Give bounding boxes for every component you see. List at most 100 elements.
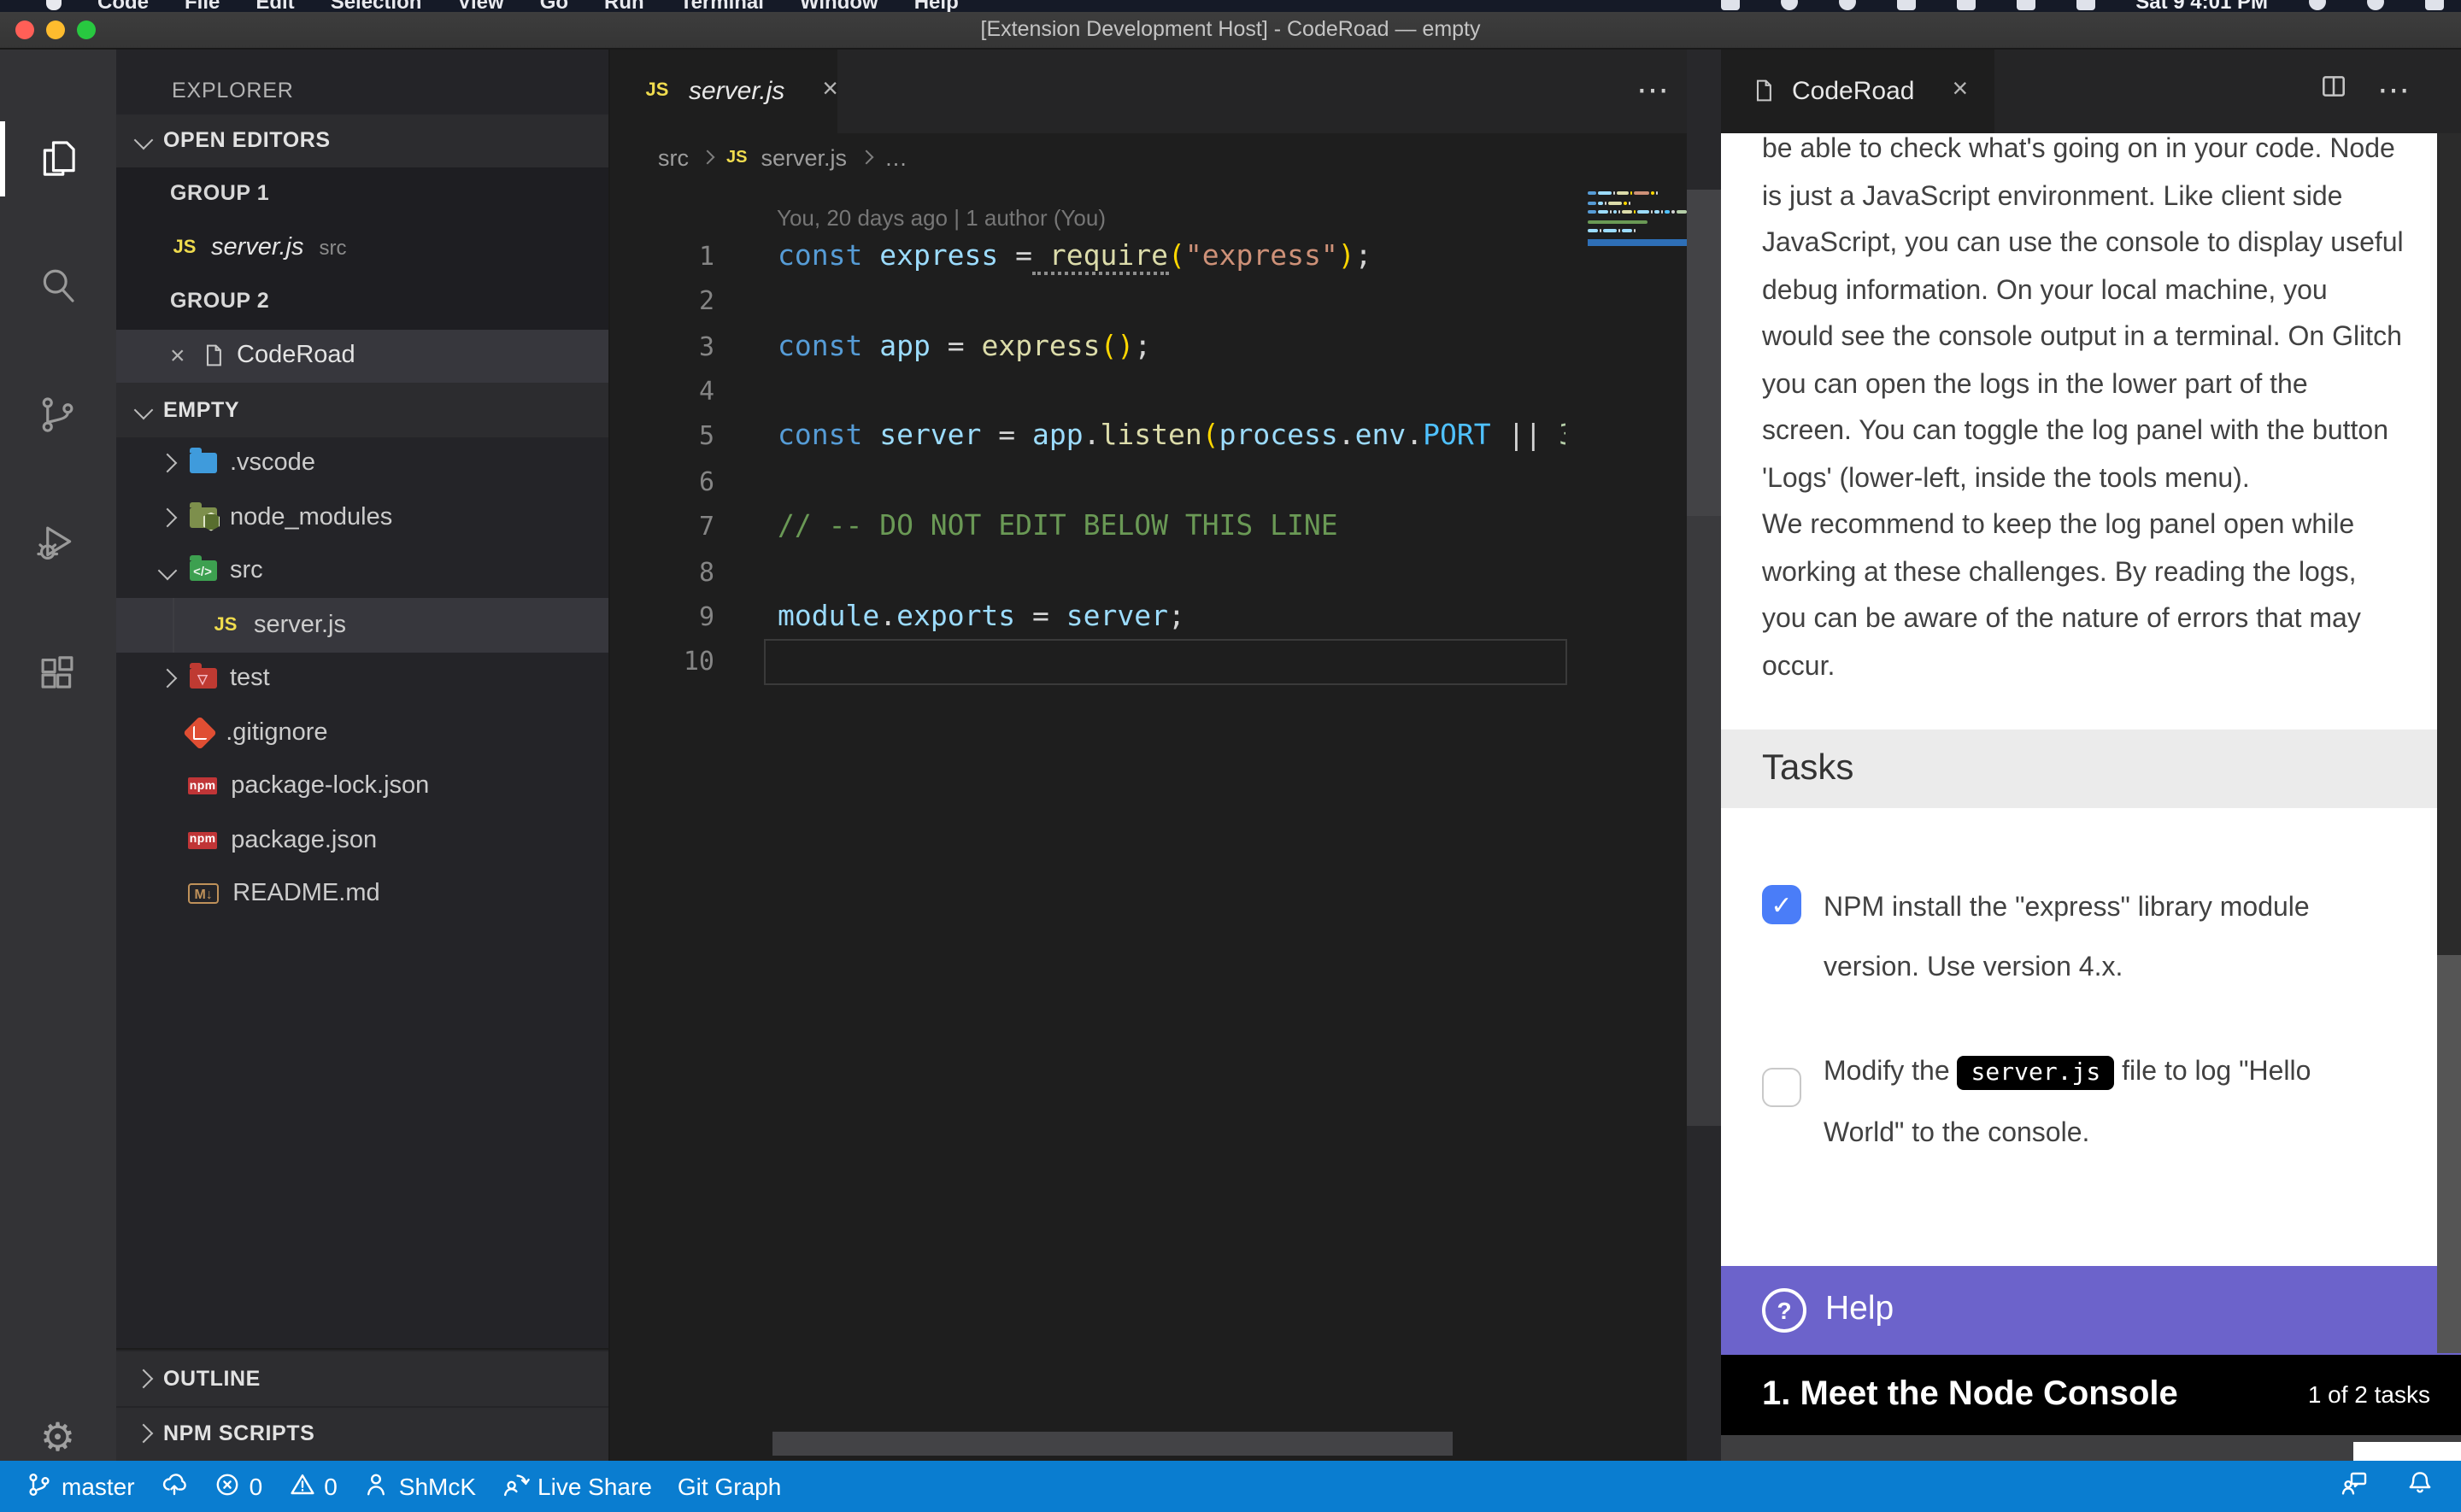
bell-icon[interactable]	[2406, 1468, 2434, 1504]
control-center-icon[interactable]	[2425, 0, 2444, 10]
close-editor-icon[interactable]: ×	[170, 342, 201, 371]
task-checkbox[interactable]	[1762, 1068, 1801, 1107]
menubar-item-go[interactable]: Go	[540, 0, 568, 12]
coderoad-tabbar: CodeRoad × ⋯	[1720, 49, 2461, 133]
section-header-outline[interactable]: OUTLINE	[115, 1350, 608, 1405]
statusbar-0[interactable]: 0	[214, 1470, 263, 1503]
token: express	[965, 329, 1101, 361]
tree-item-package-lock-json[interactable]: npmpackage-lock.json	[115, 759, 608, 813]
status-icon[interactable]	[1896, 0, 1915, 10]
menubar-item-run[interactable]: Run	[604, 0, 644, 12]
breadcrumb-item-2[interactable]: …	[884, 145, 907, 171]
statusbar-git-graph[interactable]: Git Graph	[678, 1473, 781, 1500]
minimap[interactable]	[1588, 191, 1687, 245]
chevron-down-icon[interactable]	[157, 561, 177, 581]
tree-item-readme-md[interactable]: M↓README.md	[115, 867, 608, 921]
apple-menu-icon[interactable]	[46, 0, 62, 10]
chevron-right-icon[interactable]	[157, 669, 177, 689]
chevron-right-icon[interactable]	[133, 1368, 153, 1388]
code-text: const express = require("express");	[778, 234, 1371, 279]
activity-explorer-button[interactable]	[0, 114, 115, 202]
macos-menubar: Code File Edit Selection View Go Run Terminal Wi…	[0, 0, 2461, 12]
wifi-status-icon[interactable]	[1956, 0, 1975, 10]
tree-item-label: package-lock.json	[231, 773, 429, 800]
tree-item-package-json[interactable]: npmpackage.json	[115, 813, 608, 867]
chevron-right-icon[interactable]	[157, 507, 177, 527]
statusbar-sync[interactable]	[161, 1470, 188, 1503]
menubar-clock[interactable]: Sat 9 4:01 PM	[2135, 0, 2268, 12]
status-icon[interactable]	[1838, 0, 1855, 10]
menubar-item-selection[interactable]: Selection	[331, 0, 422, 12]
statusbar-shmck[interactable]: ShMcK	[363, 1470, 476, 1503]
git-icon	[183, 716, 217, 750]
activity-run-debug-button[interactable]	[0, 498, 115, 587]
code-editor[interactable]: 1const express = require("express");23co…	[610, 234, 1720, 685]
token: (	[1202, 419, 1219, 452]
section-header-npm-scripts[interactable]: NPM SCRIPTS	[115, 1405, 608, 1461]
folder-section-header[interactable]: EMPTY	[115, 383, 608, 437]
tab-server-js[interactable]: JS server.js ×	[610, 49, 838, 133]
activity-source-control-button[interactable]	[0, 370, 115, 459]
code-line-8: 8	[610, 549, 1720, 595]
editor-vertical-scrollbar[interactable]	[1687, 49, 1720, 1461]
tree-item-node-modules[interactable]: node_modules	[115, 490, 608, 544]
tree-item-test[interactable]: ▽test	[115, 652, 608, 706]
tree-item--gitignore[interactable]: .gitignore	[115, 706, 608, 759]
tree-item-src[interactable]: </>src	[115, 544, 608, 598]
status-icon[interactable]	[2016, 0, 2035, 10]
feedback-icon[interactable]	[2341, 1468, 2369, 1504]
token: ()	[1101, 329, 1135, 361]
tree-item--vscode[interactable]: .vscode	[115, 437, 608, 490]
token: server	[1049, 600, 1168, 632]
menubar-item-file[interactable]: File	[185, 0, 220, 12]
display-status-icon[interactable]	[1720, 0, 1739, 10]
coderoad-scrollbar-handle[interactable]	[2437, 955, 2461, 1352]
breadcrumb-item-1[interactable]: server.js	[761, 145, 847, 171]
activity-extensions-button[interactable]	[0, 630, 115, 718]
editor-horizontal-scrollbar[interactable]	[772, 1431, 1453, 1456]
more-actions-icon[interactable]: ⋯	[2377, 72, 2411, 111]
breadcrumb-separator-icon	[701, 150, 715, 165]
menubar-item-code[interactable]: Code	[97, 0, 149, 12]
statusbar-live-share[interactable]: Live Share	[502, 1470, 652, 1503]
coderoad-footer[interactable]: 1. Meet the Node Console 1 of 2 tasks	[1720, 1354, 2461, 1435]
statusbar-label: Git Graph	[678, 1473, 781, 1500]
menubar-item-view[interactable]: View	[457, 0, 503, 12]
token: app	[1015, 419, 1084, 452]
token: ;	[1355, 239, 1372, 272]
close-tab-icon[interactable]: ×	[822, 76, 838, 107]
siri-icon[interactable]	[2367, 0, 2384, 10]
split-editor-icon[interactable]	[2319, 73, 2348, 110]
breadcrumb[interactable]: srcJSserver.js…	[610, 133, 1720, 182]
spotlight-icon[interactable]	[2309, 0, 2326, 10]
close-tab-icon[interactable]: ×	[1952, 76, 1968, 107]
open-editor-item-server.js[interactable]: JSserver.jssrc	[115, 221, 608, 275]
file-tree: .vscodenode_modules</>srcJSserver.js▽tes…	[115, 437, 608, 921]
editor-group-2: CodeRoad × ⋯ be able to check what's goi…	[1720, 49, 2461, 1461]
status-icon[interactable]	[1780, 0, 1797, 10]
statusbar-master[interactable]: master	[26, 1470, 135, 1503]
statusbar-0[interactable]: 0	[288, 1470, 338, 1503]
minimap-line	[1588, 201, 1687, 204]
token: env	[1355, 419, 1407, 452]
task-checkbox[interactable]: ✓	[1762, 885, 1801, 924]
tree-item-server-js[interactable]: JSserver.js	[115, 598, 608, 652]
tab-coderoad[interactable]: CodeRoad ×	[1720, 49, 1994, 133]
activity-search-button[interactable]	[0, 240, 115, 329]
breadcrumb-item-0[interactable]: src	[658, 145, 689, 171]
token: )	[1338, 239, 1355, 272]
menubar-item-window[interactable]: Window	[800, 0, 878, 12]
open-editors-label: OPEN EDITORS	[163, 129, 331, 153]
menubar-item-edit[interactable]: Edit	[255, 0, 294, 12]
menubar-item-terminal[interactable]: Terminal	[680, 0, 764, 12]
battery-status-icon[interactable]	[2076, 0, 2094, 10]
menubar-item-help[interactable]: Help	[914, 0, 959, 12]
help-bar[interactable]: ? Help	[1720, 1266, 2461, 1354]
chevron-right-icon[interactable]	[133, 1424, 153, 1444]
open-editor-item-coderoad[interactable]: ×CodeRoad	[115, 329, 608, 383]
more-actions-icon[interactable]: ⋯	[1636, 72, 1671, 111]
token: .	[1406, 419, 1423, 452]
chevron-right-icon[interactable]	[157, 454, 177, 473]
chevron-down-icon	[133, 400, 153, 419]
open-editors-header[interactable]: OPEN EDITORS	[115, 114, 608, 167]
